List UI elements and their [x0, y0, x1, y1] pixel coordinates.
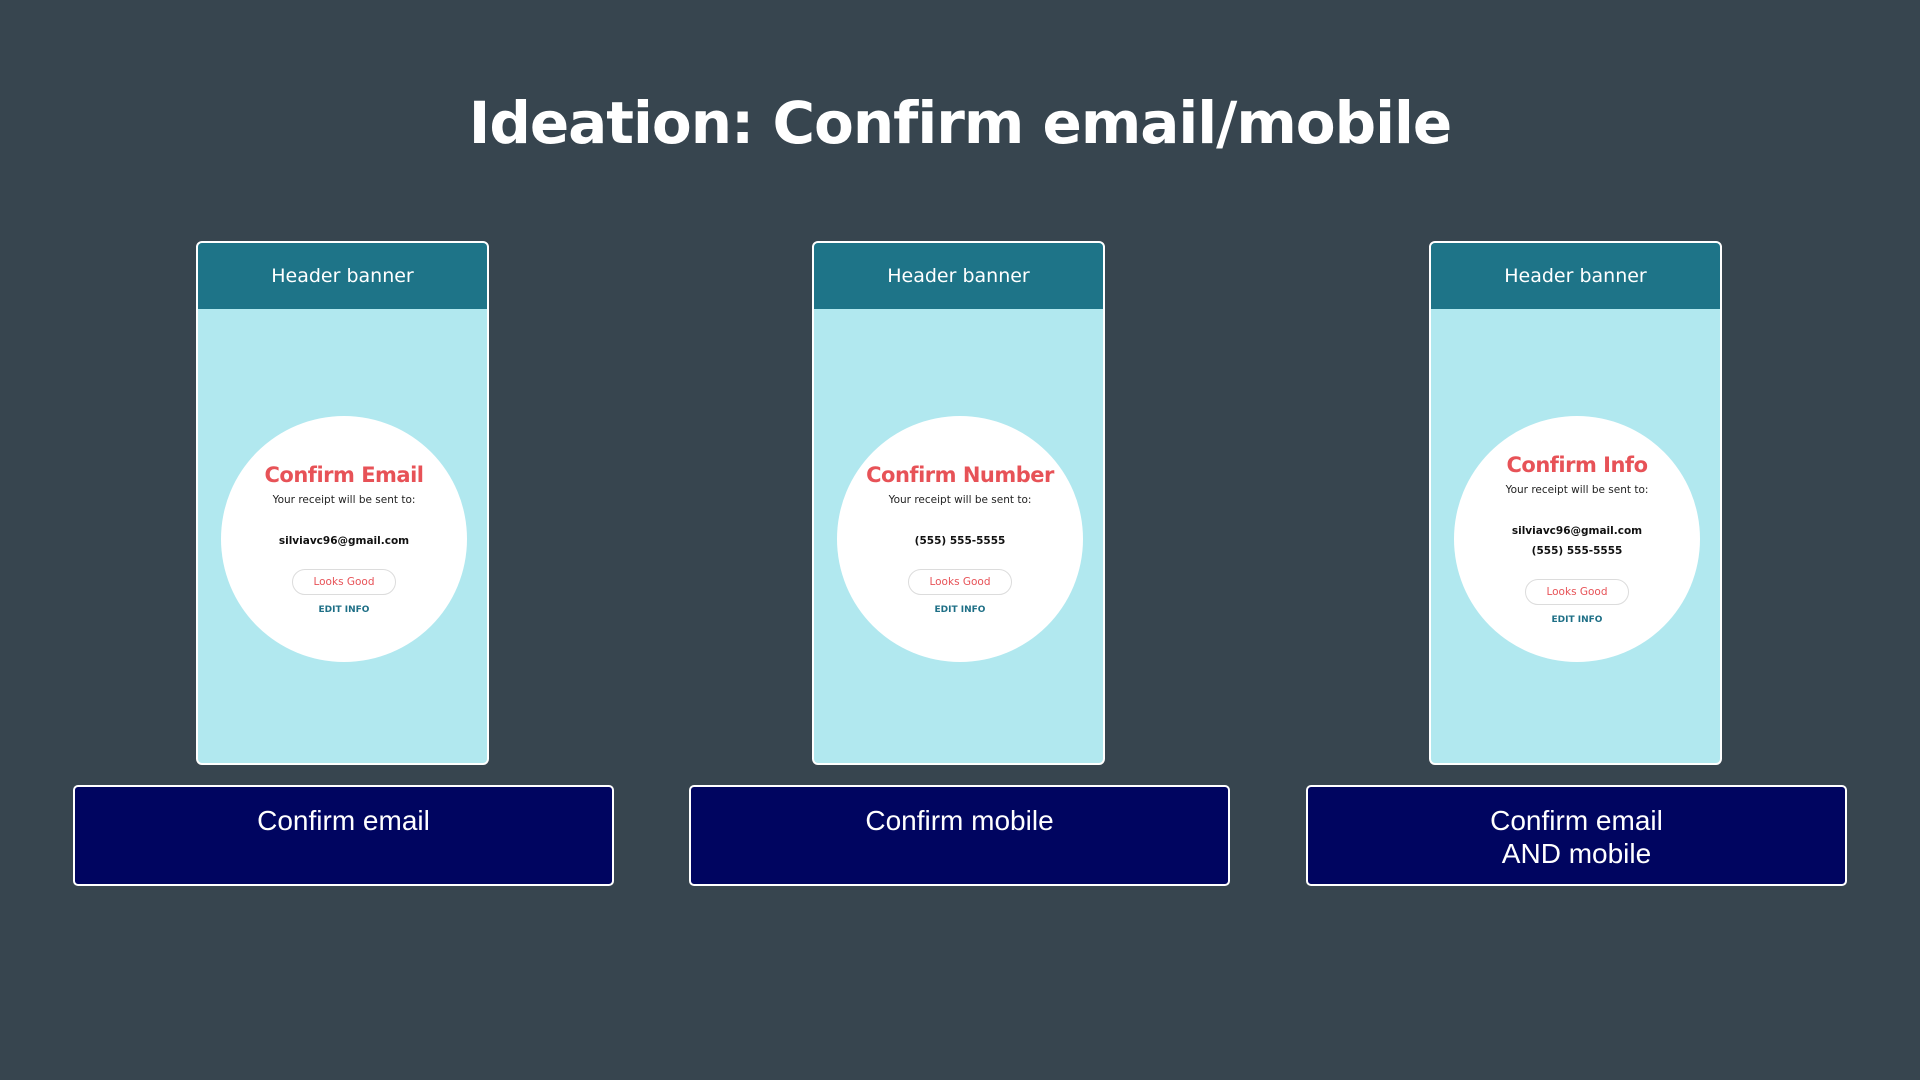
confirm-title: Confirm Email [264, 463, 424, 487]
caption-text-line-2: AND mobile [1501, 838, 1652, 869]
caption-confirm-email-and-mobile: Confirm email AND mobile [1306, 785, 1847, 886]
looks-good-button[interactable]: Looks Good [292, 569, 396, 595]
caption-text-line-1: Confirm email [1490, 805, 1663, 836]
edit-info-link[interactable]: EDIT INFO [935, 604, 986, 616]
receipt-subtitle: Your receipt will be sent to: [888, 494, 1032, 506]
phone-value: (555) 555-5555 [1531, 545, 1623, 557]
phone-mockup-email-and-mobile: Header banner Confirm Info Your receipt … [1429, 241, 1722, 765]
caption-confirm-email: Confirm email [73, 785, 614, 886]
header-banner: Header banner [814, 243, 1103, 309]
looks-good-button[interactable]: Looks Good [908, 569, 1012, 595]
receipt-subtitle: Your receipt will be sent to: [1505, 484, 1649, 496]
confirm-card: Confirm Number Your receipt will be sent… [837, 416, 1083, 662]
confirm-title: Confirm Info [1506, 453, 1649, 477]
email-value: silviavc96@gmail.com [278, 535, 410, 547]
confirm-card: Confirm Email Your receipt will be sent … [221, 416, 467, 662]
contact-info: silviavc96@gmail.com (555) 555-5555 [1512, 521, 1642, 561]
contact-info: (555) 555-5555 [915, 531, 1006, 551]
slide-title: Ideation: Confirm email/mobile [468, 89, 1453, 157]
caption-text: Confirm email [257, 805, 430, 836]
header-banner: Header banner [198, 243, 487, 309]
receipt-subtitle: Your receipt will be sent to: [272, 494, 416, 506]
confirm-title: Confirm Number [866, 463, 1054, 487]
caption-confirm-mobile: Confirm mobile [689, 785, 1230, 886]
confirm-card: Confirm Info Your receipt will be sent t… [1454, 416, 1700, 662]
phone-value: (555) 555-5555 [914, 535, 1006, 547]
email-value: silviavc96@gmail.com [1511, 525, 1643, 537]
looks-good-button[interactable]: Looks Good [1525, 579, 1629, 605]
edit-info-link[interactable]: EDIT INFO [1552, 614, 1603, 626]
phone-mockup-email: Header banner Confirm Email Your receipt… [196, 241, 489, 765]
header-banner: Header banner [1431, 243, 1720, 309]
caption-text: Confirm mobile [865, 805, 1054, 836]
phone-mockup-mobile: Header banner Confirm Number Your receip… [812, 241, 1105, 765]
contact-info: silviavc96@gmail.com [279, 531, 409, 551]
edit-info-link[interactable]: EDIT INFO [319, 604, 370, 616]
